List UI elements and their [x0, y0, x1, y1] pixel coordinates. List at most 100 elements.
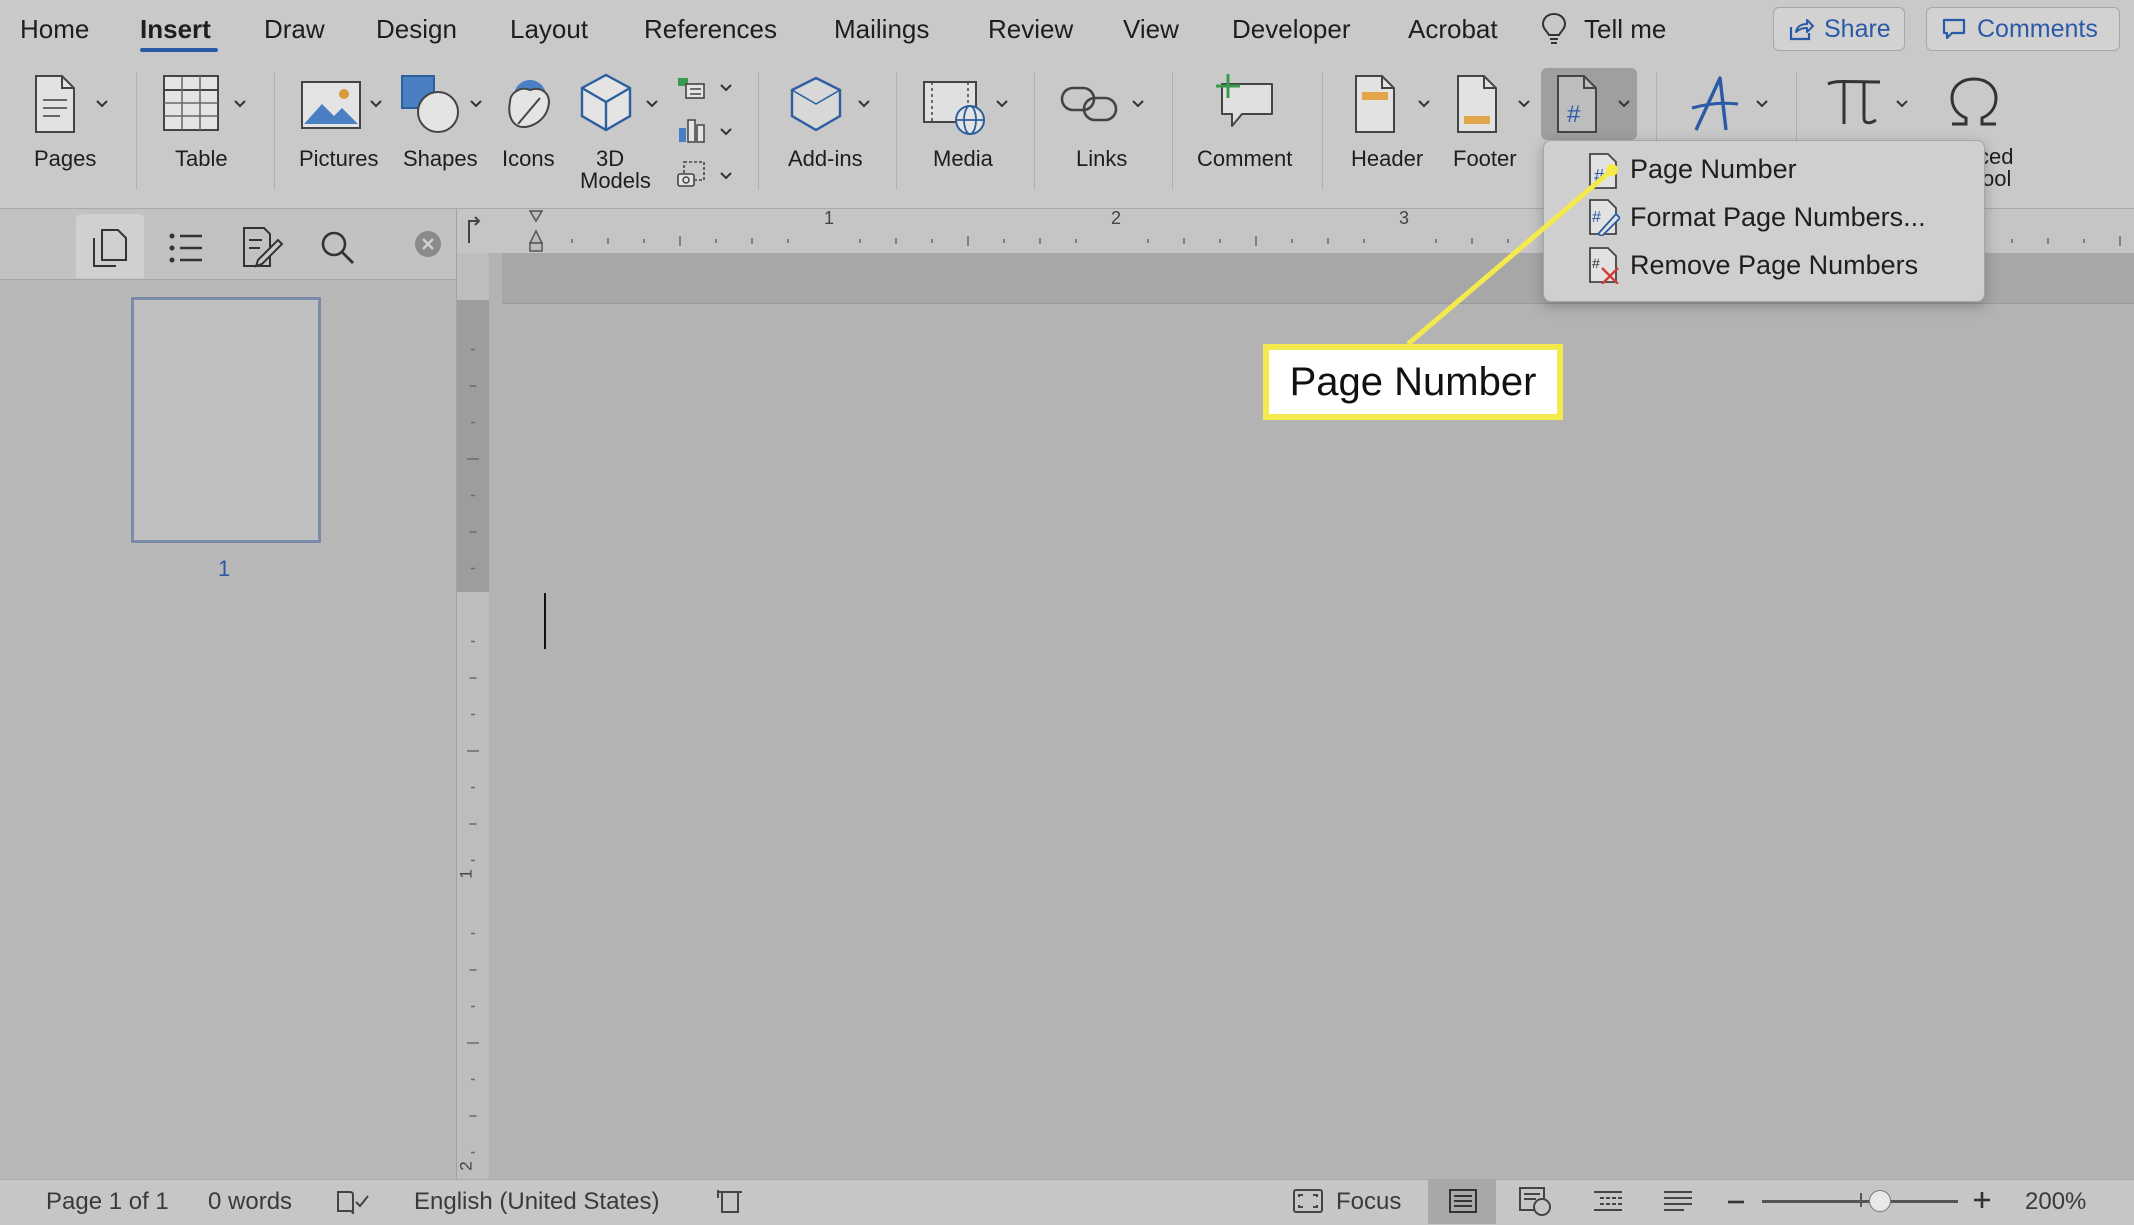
comments-label: Comments — [1977, 14, 2098, 43]
ribbon-separator — [274, 72, 275, 190]
screenshot-icon[interactable] — [676, 160, 706, 190]
page-thumbnail[interactable] — [131, 297, 321, 543]
focus-mode-icon[interactable] — [1292, 1188, 1324, 1214]
svg-text:#: # — [1594, 166, 1604, 186]
chevron-down-icon[interactable] — [468, 98, 484, 110]
tab-draw[interactable]: Draw — [264, 14, 325, 45]
chevron-down-icon[interactable] — [1894, 98, 1910, 110]
print-layout-icon[interactable] — [1448, 1188, 1478, 1214]
zoom-slider-thumb[interactable] — [1869, 1190, 1891, 1212]
chevron-down-icon[interactable] — [856, 98, 872, 110]
shapes-label: Shapes — [403, 146, 478, 171]
zoom-out-icon[interactable] — [1726, 1196, 1746, 1208]
pages-icon[interactable] — [32, 74, 78, 134]
outline-view-icon[interactable] — [1592, 1188, 1624, 1214]
ribbon-separator — [1172, 72, 1173, 190]
vruler-mark-2: 2 — [456, 1161, 476, 1171]
lightbulb-icon — [1541, 12, 1567, 44]
tab-stop-selector-icon[interactable] — [457, 209, 489, 253]
chevron-down-icon[interactable] — [718, 82, 734, 94]
chart-icon[interactable] — [676, 116, 706, 144]
menu-item-remove-page-numbers[interactable]: Remove Page Numbers — [1630, 250, 1918, 281]
3d-models-icon[interactable] — [578, 72, 634, 134]
format-page-numbers-icon: # — [1589, 199, 1620, 236]
page-thumbnail-number: 1 — [218, 556, 231, 581]
web-layout-icon[interactable] — [1518, 1186, 1552, 1216]
shapes-icon[interactable] — [400, 74, 462, 134]
chevron-down-icon[interactable] — [1416, 98, 1432, 110]
tab-view[interactable]: View — [1123, 14, 1179, 45]
document-body[interactable] — [502, 304, 2134, 1179]
text-box-icon[interactable] — [1690, 74, 1740, 132]
header-label: Header — [1351, 146, 1424, 171]
close-pane-icon[interactable] — [414, 230, 442, 258]
chevron-down-icon[interactable] — [718, 170, 734, 182]
chevron-down-icon[interactable] — [232, 98, 248, 110]
menu-item-format-page-numbers[interactable]: Format Page Numbers... — [1630, 202, 1926, 233]
zoom-level[interactable]: 200% — [2025, 1188, 2086, 1216]
new-comment-icon[interactable] — [1212, 72, 1276, 130]
thumbnails-icon[interactable] — [92, 228, 128, 268]
icons-insert-icon[interactable] — [500, 72, 560, 134]
footer-icon[interactable] — [1454, 74, 1500, 134]
footer-label: Footer — [1453, 146, 1517, 171]
tab-references[interactable]: References — [644, 14, 777, 45]
accessibility-icon[interactable] — [714, 1186, 744, 1216]
tab-review[interactable]: Review — [988, 14, 1073, 45]
ruler-mark-1: 1 — [824, 208, 835, 228]
add-ins-icon[interactable] — [786, 74, 848, 134]
chevron-down-icon[interactable] — [1516, 98, 1532, 110]
3d-models-label-line2: Models — [580, 168, 651, 193]
share-button[interactable]: Share — [1773, 7, 1905, 51]
tab-home[interactable]: Home — [20, 14, 89, 45]
tell-me-search[interactable]: Tell me — [1584, 14, 1666, 45]
tab-design[interactable]: Design — [376, 14, 457, 45]
tab-layout[interactable]: Layout — [510, 14, 588, 45]
remove-page-numbers-icon: # — [1589, 247, 1619, 284]
omega-symbol-icon[interactable] — [1948, 76, 2000, 128]
page-count-status[interactable]: Page 1 of 1 — [46, 1188, 169, 1216]
smartart-icon[interactable] — [676, 76, 706, 100]
media-label: Media — [933, 146, 993, 171]
tab-mailings[interactable]: Mailings — [834, 14, 929, 45]
chevron-down-icon[interactable] — [1130, 98, 1146, 110]
navigation-pane-tabs — [0, 209, 456, 280]
ribbon-separator — [136, 72, 137, 190]
focus-label[interactable]: Focus — [1336, 1188, 1401, 1216]
ruler-mark-2: 2 — [1111, 208, 1122, 228]
tab-developer[interactable]: Developer — [1232, 14, 1351, 45]
document-edit-icon[interactable] — [242, 226, 284, 268]
tab-acrobat[interactable]: Acrobat — [1408, 14, 1498, 45]
language-status[interactable]: English (United States) — [414, 1188, 659, 1216]
chevron-down-icon[interactable] — [94, 98, 110, 110]
share-icon — [1789, 19, 1814, 41]
ribbon-separator — [1034, 72, 1035, 190]
comments-button[interactable]: Comments — [1926, 7, 2120, 51]
tab-insert[interactable]: Insert — [140, 14, 211, 45]
chevron-down-icon[interactable] — [368, 98, 384, 110]
chevron-down-icon[interactable] — [994, 98, 1010, 110]
draft-view-icon[interactable] — [1662, 1188, 1694, 1214]
text-cursor — [544, 593, 546, 649]
equation-icon[interactable] — [1826, 78, 1882, 126]
chevron-down-icon[interactable] — [718, 126, 734, 138]
chevron-down-icon[interactable] — [1754, 98, 1770, 110]
table-icon[interactable] — [162, 74, 220, 132]
callout-label: Page Number — [1263, 344, 1563, 420]
page-number-icon[interactable]: # — [1554, 74, 1600, 134]
media-icon[interactable] — [922, 78, 988, 136]
search-icon[interactable] — [320, 230, 356, 266]
menu-item-page-number[interactable]: Page Number — [1630, 154, 1797, 185]
pages-label: Pages — [34, 146, 97, 171]
proofing-book-icon[interactable] — [336, 1188, 370, 1216]
word-count-status[interactable]: 0 words — [208, 1188, 292, 1216]
chevron-down-icon[interactable] — [1616, 98, 1632, 110]
zoom-in-icon[interactable] — [1972, 1190, 1992, 1210]
chevron-down-icon[interactable] — [644, 98, 660, 110]
icons-label: Icons — [502, 146, 555, 171]
outline-list-icon[interactable] — [168, 230, 204, 266]
pictures-icon[interactable] — [300, 80, 362, 130]
link-icon[interactable] — [1060, 82, 1120, 126]
header-icon[interactable] — [1352, 74, 1398, 134]
ribbon-separator — [758, 72, 759, 190]
